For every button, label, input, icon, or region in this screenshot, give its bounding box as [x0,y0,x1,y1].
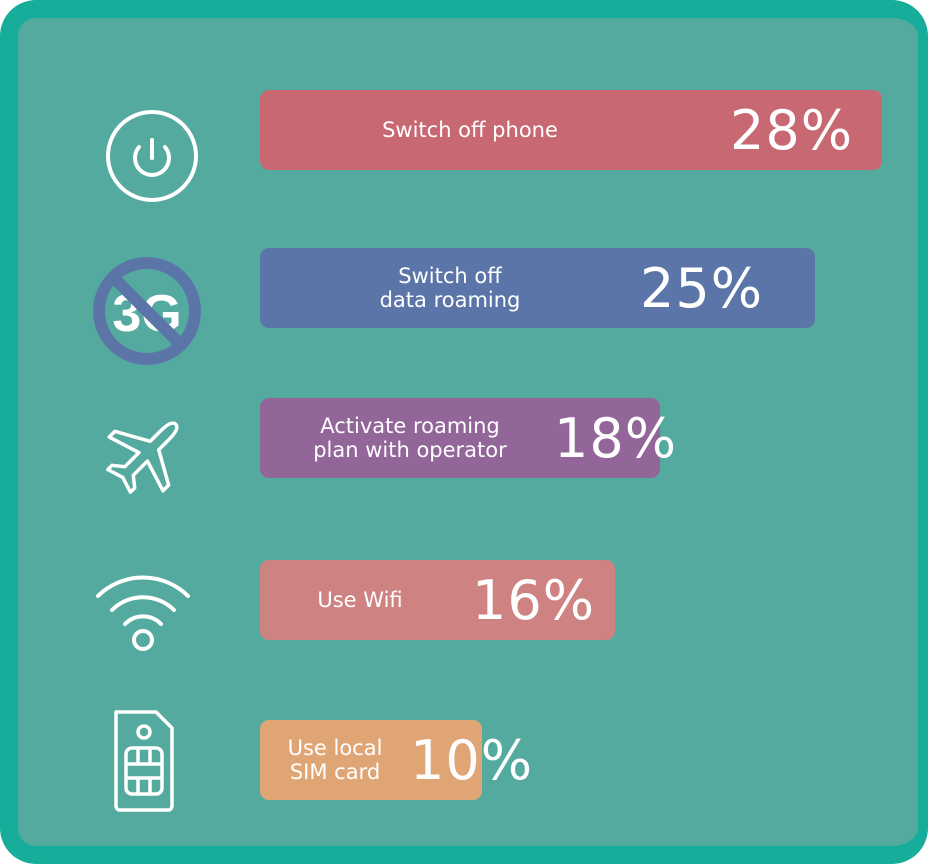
bar-label: Activate roaming plan with operator [313,414,507,462]
no-3g-icon: 3G [93,257,201,365]
infographic-card: 3G Switch off phone 28% [0,0,928,864]
bar-label: Switch off phone [382,118,558,142]
bar-value: 25% [640,256,764,320]
bar-switch-off-data-roaming: Switch off data roaming 25% [260,248,815,328]
bar-value: 10% [410,728,534,792]
airplane-icon [106,421,179,494]
bar-value: 16% [472,568,596,632]
bar-use-wifi: Use Wifi 16% [260,560,615,640]
bar-label: Switch off data roaming [379,264,521,312]
power-icon [106,110,198,202]
bar-value: 28% [730,98,854,162]
sim-card-icon [114,710,174,812]
bar-use-local-sim: Use local SIM card 10% [260,720,532,800]
bar-switch-off-phone: Switch off phone 28% [260,90,882,170]
wifi-icon [96,575,190,651]
bar-value: 18% [554,406,678,470]
bar-label: Use local SIM card [287,736,383,784]
bar-activate-roaming-plan: Activate roaming plan with operator 18% [260,398,676,478]
bar-label: Use Wifi [317,588,403,612]
